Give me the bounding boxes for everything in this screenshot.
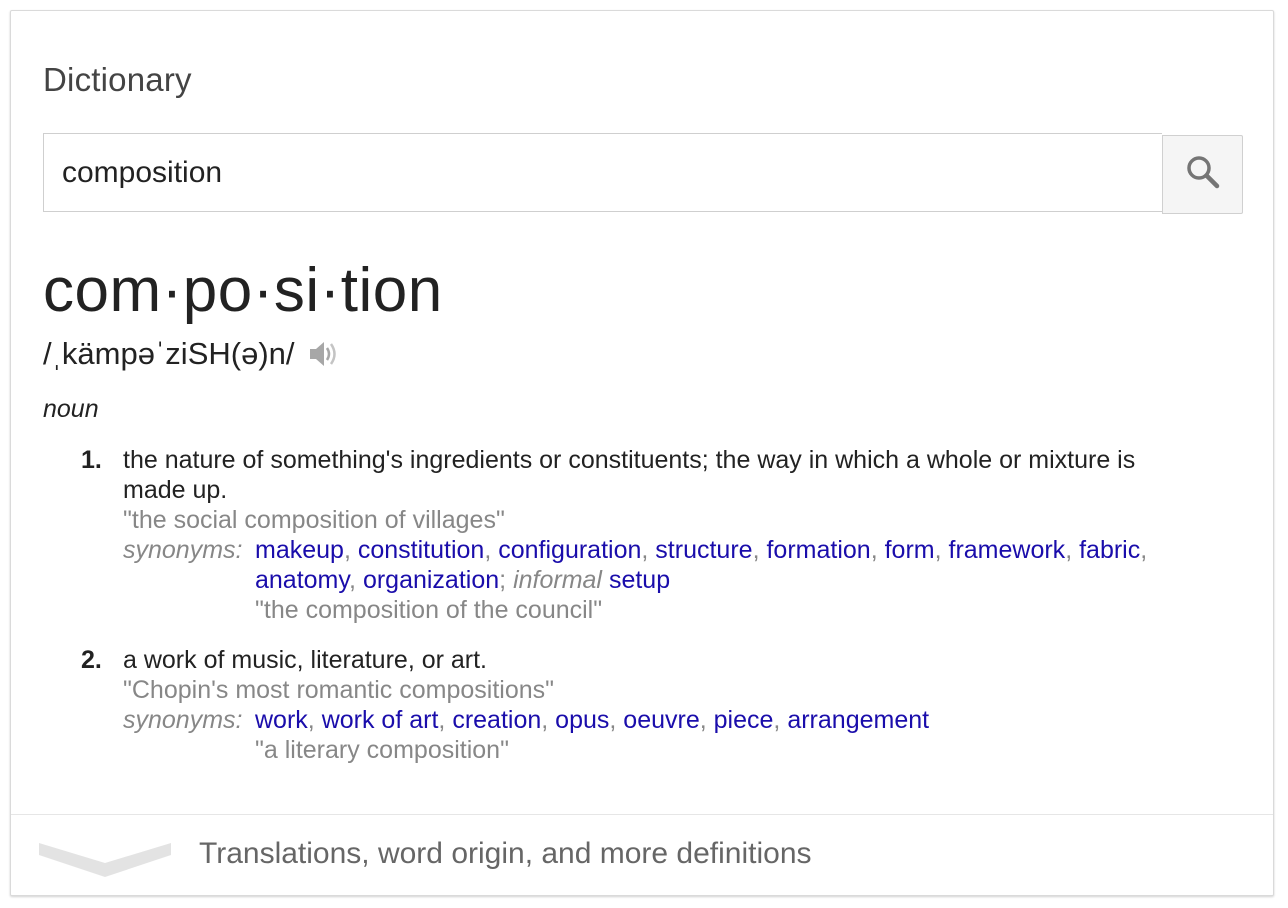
synonym-link[interactable]: setup xyxy=(609,566,670,594)
synonyms-row: synonyms: work, work of art, creation, o… xyxy=(123,705,1203,735)
part-of-speech: noun xyxy=(43,395,99,423)
sense-body: a work of music, literature, or art. "Ch… xyxy=(123,645,1203,765)
sense-definition: a work of music, literature, or art. xyxy=(123,646,488,674)
synonyms-list: makeup, constitution, configuration, str… xyxy=(255,536,1148,594)
chevron-down-icon xyxy=(39,833,171,882)
synonym-link[interactable]: arrangement xyxy=(787,706,929,734)
synonym-example: "a literary composition" xyxy=(255,736,509,764)
sense-example: "Chopin's most romantic compositions" xyxy=(123,676,555,704)
synonyms-label: synonyms: xyxy=(123,706,243,734)
synonym-link[interactable]: creation xyxy=(452,706,541,734)
sense-number: 2. xyxy=(81,646,102,674)
synonym-link[interactable]: oeuvre xyxy=(623,706,699,734)
sense-example: "the social composition of villages" xyxy=(123,506,505,534)
sense-body: the nature of something's ingredients or… xyxy=(123,445,1203,625)
card-title: Dictionary xyxy=(43,61,192,98)
informal-label: informal xyxy=(513,566,602,594)
synonym-link[interactable]: framework xyxy=(949,536,1066,564)
synonyms-row: synonyms: makeup, constitution, configur… xyxy=(123,535,1203,595)
pronunciation: /ˌkämpəˈziSH(ə)n/ xyxy=(43,336,339,372)
synonym-link[interactable]: fabric xyxy=(1079,536,1140,564)
synonym-link[interactable]: work xyxy=(255,706,308,734)
headword: com·po·si·tion xyxy=(43,256,443,325)
synonym-link[interactable]: opus xyxy=(555,706,609,734)
more-definitions-footer[interactable]: Translations, word origin, and more defi… xyxy=(11,814,1273,895)
synonym-link[interactable]: formation xyxy=(766,536,870,564)
search-box xyxy=(43,133,1243,214)
dictionary-card: Dictionary com·po·si·tion /ˌkämpəˈziSH(ə… xyxy=(10,10,1274,896)
synonym-link[interactable]: constitution xyxy=(358,536,484,564)
search-button[interactable] xyxy=(1162,135,1243,214)
search-icon xyxy=(1185,154,1221,195)
synonym-example: "the composition of the council" xyxy=(255,596,603,624)
synonym-link[interactable]: configuration xyxy=(498,536,641,564)
more-definitions-link[interactable]: Translations, word origin, and more defi… xyxy=(199,837,812,871)
synonyms-list: work, work of art, creation, opus, oeuvr… xyxy=(255,706,930,734)
phonetic-text: /ˌkämpəˈziSH(ə)n/ xyxy=(43,336,295,371)
synonym-link[interactable]: work of art xyxy=(322,706,439,734)
speaker-icon[interactable] xyxy=(307,339,339,369)
synonym-link[interactable]: piece xyxy=(714,706,774,734)
synonym-link[interactable]: makeup xyxy=(255,536,344,564)
synonyms-label: synonyms: xyxy=(123,536,243,564)
sense-definition: the nature of something's ingredients or… xyxy=(123,446,1136,504)
synonym-link[interactable]: anatomy xyxy=(255,566,349,594)
sense-number: 1. xyxy=(81,446,102,474)
search-input[interactable] xyxy=(43,133,1162,212)
synonym-link[interactable]: organization xyxy=(363,566,499,594)
synonym-link[interactable]: form xyxy=(885,536,935,564)
synonym-link[interactable]: structure xyxy=(655,536,752,564)
